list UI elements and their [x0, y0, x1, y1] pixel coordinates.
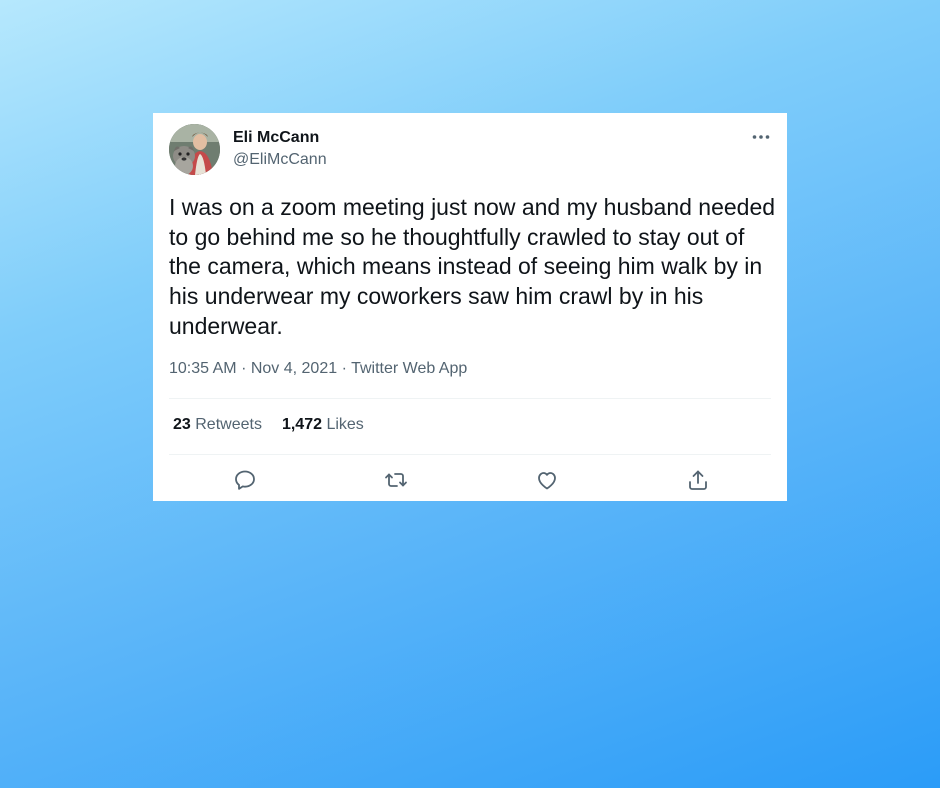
author-name[interactable]: Eli McCann [233, 129, 319, 147]
retweet-button[interactable] [384, 468, 408, 492]
divider [169, 398, 771, 399]
meta-separator: · [341, 360, 347, 377]
divider [169, 454, 771, 455]
retweets-count: 23 [173, 416, 191, 433]
profile-photo-icon [169, 124, 220, 175]
share-icon [689, 470, 707, 490]
tweet-date[interactable]: Nov 4, 2021 [251, 360, 337, 377]
likes-stat[interactable]: 1,472 Likes [282, 416, 364, 434]
likes-count: 1,472 [281, 416, 322, 433]
tweet-text: I was on a zoom meeting just now and my … [169, 194, 776, 339]
reply-icon [235, 470, 255, 490]
tweet-card: Eli McCann @EliMcCann I was on a zoom me… [153, 113, 787, 501]
tweet-time[interactable]: 10:35 AM [169, 360, 237, 377]
author-handle[interactable]: @EliMcCann [233, 151, 327, 169]
retweets-label: Retweets [195, 416, 262, 433]
likes-label: Likes [326, 416, 364, 433]
reply-button[interactable] [233, 468, 257, 492]
meta-separator: · [241, 360, 247, 377]
more-dots-icon [752, 135, 770, 139]
like-button[interactable] [535, 468, 559, 492]
tweet-stats: 23 Retweets 1,472 Likes [173, 416, 364, 434]
tweet-actions [169, 468, 771, 492]
author-avatar[interactable] [169, 124, 220, 175]
retweet-icon [385, 473, 407, 487]
heart-icon [538, 472, 556, 490]
retweets-stat[interactable]: 23 Retweets [173, 416, 262, 434]
tweet-source[interactable]: Twitter Web App [351, 360, 467, 377]
tweet-metadata: 10:35 AM · Nov 4, 2021 · Twitter Web App [169, 360, 467, 378]
share-button[interactable] [686, 468, 710, 492]
more-options-button[interactable] [751, 127, 771, 147]
